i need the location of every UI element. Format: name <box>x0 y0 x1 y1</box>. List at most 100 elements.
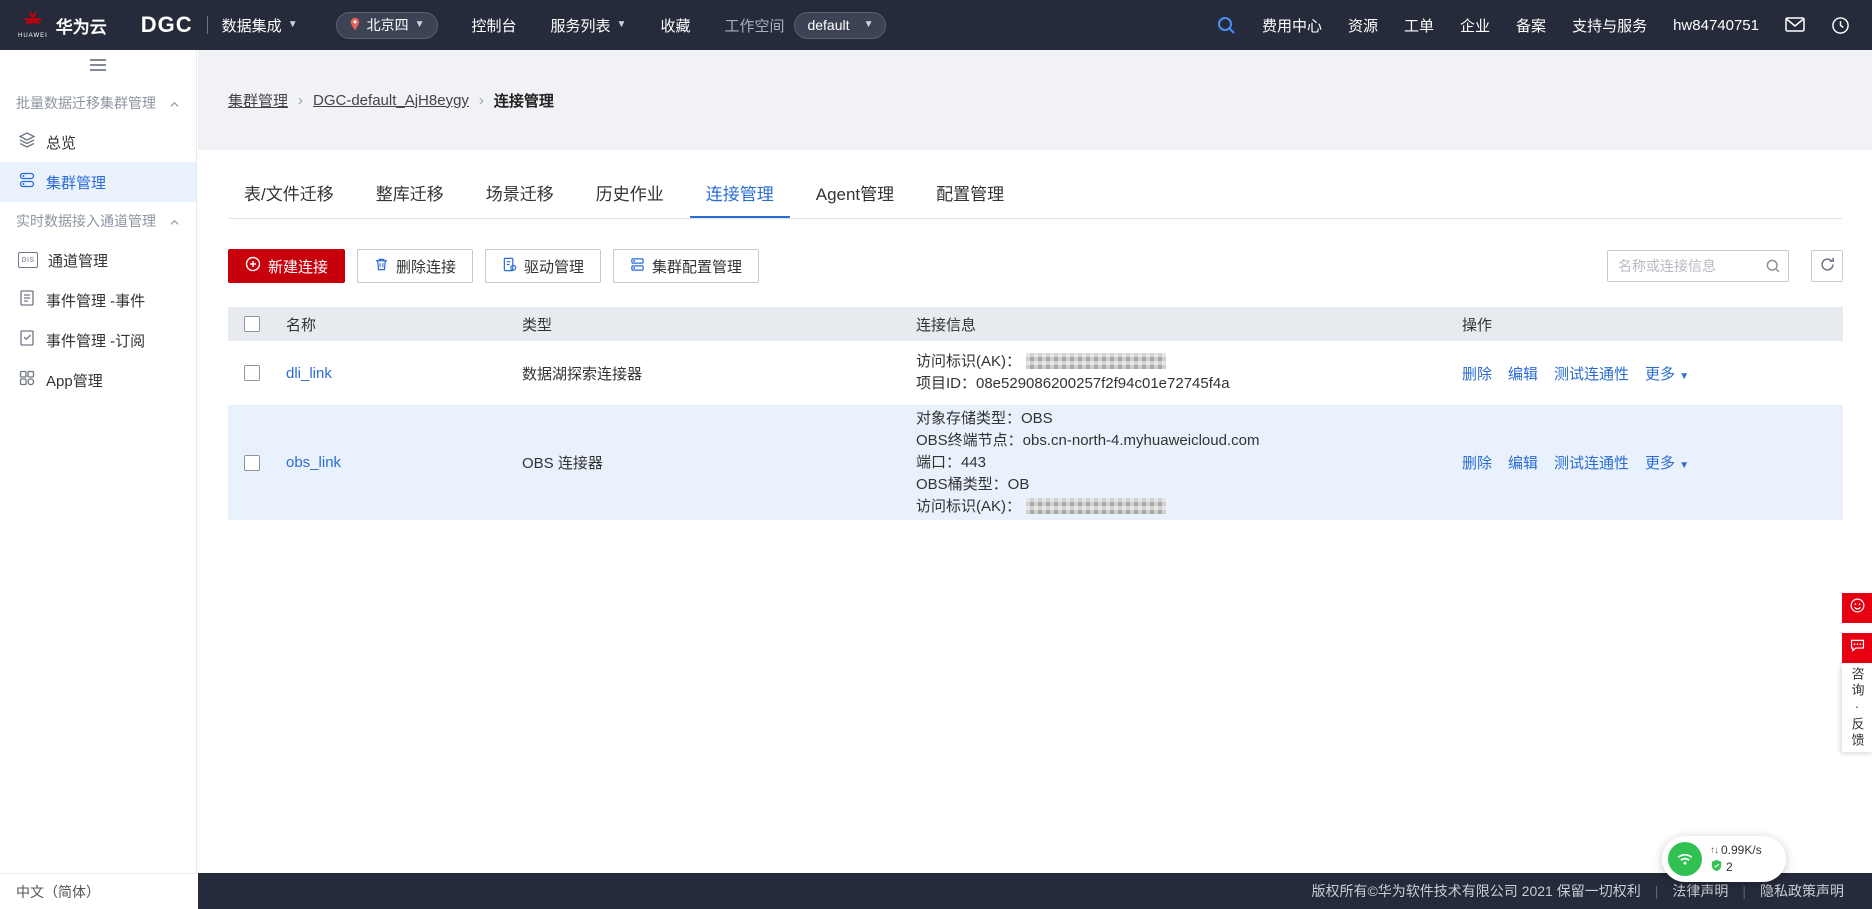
delete-connection-button[interactable]: 删除连接 <box>357 249 474 283</box>
search-input[interactable] <box>1608 258 1758 274</box>
clock-icon[interactable] <box>1831 16 1850 35</box>
shield-icon <box>1710 859 1723 875</box>
delete-action[interactable]: 删除 <box>1462 452 1492 473</box>
endpoint-line: OBS终端节点：obs.cn-north-4.myhuaweicloud.com <box>916 431 1260 449</box>
breadcrumb-current-page: 连接管理 <box>493 92 554 110</box>
row-checkbox[interactable] <box>244 454 260 471</box>
product-name: DGC <box>140 12 193 37</box>
tickets-link[interactable]: 工单 <box>1404 15 1434 36</box>
support-link[interactable]: 支持与服务 <box>1572 15 1647 36</box>
consult-feedback-tab[interactable]: 咨询·反馈 <box>1842 664 1872 752</box>
tab-agent-management[interactable]: Agent管理 <box>800 174 910 218</box>
sidebar-item-app-management[interactable]: App管理 <box>0 360 196 400</box>
main-content: 集群管理 › DGC-default_AjH8eygy › 连接管理 表/文件迁… <box>198 50 1872 873</box>
connection-name-link[interactable]: obs_link <box>286 454 341 471</box>
driver-management-button[interactable]: 驱动管理 <box>485 249 602 283</box>
search-icon[interactable] <box>1216 15 1236 35</box>
cluster-config-icon <box>630 257 645 276</box>
test-connectivity-action[interactable]: 测试连通性 <box>1554 452 1629 473</box>
toolbar: 新建连接 删除连接 驱动管理 集群配置管理 名称或连接信息 <box>228 249 1843 283</box>
ak-label: 访问标识(AK)： <box>916 497 1022 515</box>
sidebar-item-channel-management[interactable]: DIS 通道管理 <box>0 240 196 280</box>
column-header-actions: 操作 <box>1462 316 1493 334</box>
favorites-link[interactable]: 收藏 <box>660 15 690 36</box>
document-event-icon <box>18 289 36 311</box>
product-menu-dropdown[interactable]: 数据集成 ▼ <box>222 15 298 36</box>
network-speed-widget[interactable]: ↑↓ 0.99K/s 2 <box>1662 836 1786 882</box>
language-label: 中文（简体） <box>16 883 100 900</box>
tab-table-file-migration[interactable]: 表/文件迁移 <box>228 174 350 218</box>
tab-connection-management[interactable]: 连接管理 <box>689 174 790 218</box>
sidebar-group-batch-migration[interactable]: 批量数据迁移集群管理 <box>0 84 196 122</box>
sidebar-item-event-management-events[interactable]: 事件管理 -事件 <box>0 280 196 320</box>
edit-action[interactable]: 编辑 <box>1508 452 1538 473</box>
cluster-config-management-button[interactable]: 集群配置管理 <box>613 249 760 283</box>
chevron-down-icon: ▼ <box>287 19 298 30</box>
chevron-down-icon: ▼ <box>414 19 425 30</box>
region-selector[interactable]: 北京四 ▼ <box>335 11 438 39</box>
up-down-arrows-icon: ↑↓ <box>1710 844 1719 856</box>
edit-action[interactable]: 编辑 <box>1508 363 1538 384</box>
tab-history-jobs[interactable]: 历史作业 <box>580 174 680 218</box>
redacted-ak-value <box>1026 353 1167 369</box>
sidebar-item-label: 集群管理 <box>46 174 107 192</box>
button-label: 集群配置管理 <box>652 258 743 276</box>
divider <box>206 16 208 34</box>
wifi-icon <box>1668 842 1702 876</box>
chat-feedback-button[interactable] <box>1842 633 1872 663</box>
username[interactable]: hw84740751 <box>1673 17 1759 34</box>
connection-name-link[interactable]: dli_link <box>286 365 332 382</box>
search-box <box>1607 250 1789 282</box>
beian-link[interactable]: 备案 <box>1516 15 1546 36</box>
chevron-down-icon: ▼ <box>616 19 627 30</box>
mail-icon[interactable] <box>1785 17 1805 33</box>
refresh-button[interactable] <box>1811 250 1843 282</box>
sidebar-group-realtime-channel[interactable]: 实时数据接入通道管理 <box>0 202 196 240</box>
row-checkbox[interactable] <box>244 365 260 381</box>
button-label: 删除连接 <box>396 258 457 276</box>
chat-bubble-icon <box>1849 637 1866 659</box>
satisfaction-survey-button[interactable] <box>1842 593 1872 623</box>
console-link[interactable]: 控制台 <box>472 15 517 36</box>
row-actions: 删除 编辑 测试连通性 更多 ▼ <box>1452 452 1843 473</box>
new-connection-button[interactable]: 新建连接 <box>228 249 346 283</box>
language-selector[interactable]: 中文（简体） <box>0 873 197 909</box>
sidebar-item-label: 总览 <box>46 134 77 152</box>
breadcrumb: 集群管理 › DGC-default_AjH8eygy › 连接管理 <box>198 50 1872 150</box>
connections-table: 名称 类型 连接信息 操作 dli_link 数据湖探索连接器 访问标识(AK)… <box>228 307 1843 520</box>
workspace-selector[interactable]: default ▼ <box>794 11 887 39</box>
privacy-policy-link[interactable]: 隐私政策声明 <box>1760 881 1844 901</box>
breadcrumb-cluster-name[interactable]: DGC-default_AjH8eygy <box>313 92 469 109</box>
delete-action[interactable]: 删除 <box>1462 363 1492 384</box>
more-actions-dropdown[interactable]: 更多 ▼ <box>1645 363 1689 384</box>
billing-center-link[interactable]: 费用中心 <box>1262 15 1322 36</box>
bucket-type-line: OBS桶类型：OB <box>916 475 1030 493</box>
sidebar-item-event-management-subscribe[interactable]: 事件管理 -订阅 <box>0 320 196 360</box>
resources-link[interactable]: 资源 <box>1348 15 1378 36</box>
legal-notice-link[interactable]: 法律声明 <box>1672 881 1728 901</box>
redacted-ak-value <box>1026 497 1167 514</box>
connection-info: 对象存储类型：OBS OBS终端节点：obs.cn-north-4.myhuaw… <box>906 408 1452 518</box>
sidebar: 批量数据迁移集群管理 总览 集群管理 实时数据接入通道管理 DIS 通道管理 事… <box>0 50 197 909</box>
tab-whole-db-migration[interactable]: 整库迁移 <box>360 174 460 218</box>
tab-scenario-migration[interactable]: 场景迁移 <box>470 174 570 218</box>
enterprise-link[interactable]: 企业 <box>1460 15 1490 36</box>
breadcrumb-cluster-management[interactable]: 集群管理 <box>228 90 288 111</box>
column-header-type: 类型 <box>522 316 553 334</box>
search-icon[interactable] <box>1758 258 1788 274</box>
network-speed-value: 0.99K/s <box>1721 843 1762 857</box>
table-row: obs_link OBS 连接器 对象存储类型：OBS OBS终端节点：obs.… <box>228 406 1843 520</box>
tab-config-management[interactable]: 配置管理 <box>920 174 1020 218</box>
sidebar-item-overview[interactable]: 总览 <box>0 122 196 162</box>
sidebar-item-cluster-management[interactable]: 集群管理 <box>0 162 196 202</box>
sidebar-group-label: 实时数据接入通道管理 <box>16 213 156 229</box>
service-list-dropdown[interactable]: 服务列表 ▼ <box>551 15 627 36</box>
more-actions-dropdown[interactable]: 更多 ▼ <box>1645 452 1689 473</box>
port-line: 端口：443 <box>916 453 987 471</box>
brand-name: 华为云 <box>55 17 107 37</box>
breadcrumb-separator: › <box>298 91 304 109</box>
column-header-name: 名称 <box>286 316 317 334</box>
test-connectivity-action[interactable]: 测试连通性 <box>1554 363 1629 384</box>
select-all-checkbox[interactable] <box>244 316 260 332</box>
sidebar-collapse-button[interactable] <box>0 50 196 84</box>
